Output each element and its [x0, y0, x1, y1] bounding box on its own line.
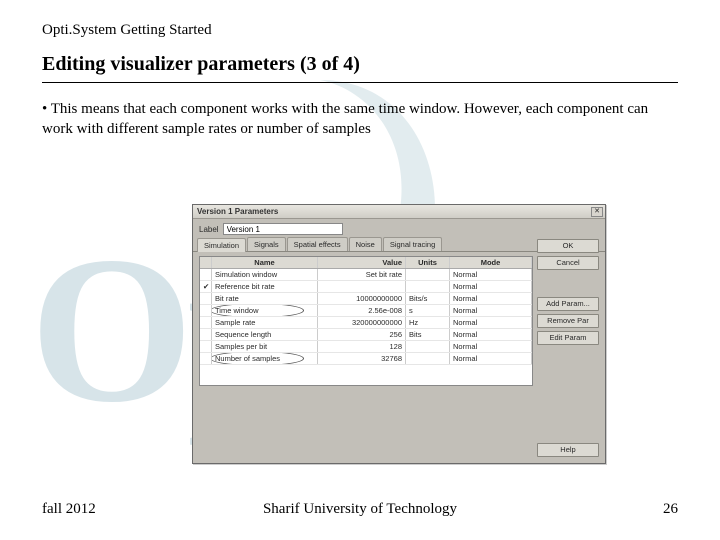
- col-value: Value: [318, 257, 406, 268]
- row-value[interactable]: 320000000000: [318, 317, 406, 328]
- ok-button[interactable]: OK: [537, 239, 599, 253]
- footer-center: Sharif University of Technology: [0, 501, 720, 518]
- row-mode[interactable]: Normal: [450, 329, 532, 340]
- edit-param-button[interactable]: Edit Param: [537, 331, 599, 345]
- row-name: Number of samples: [212, 353, 318, 364]
- row-mode[interactable]: Normal: [450, 269, 532, 280]
- col-name: Name: [212, 257, 318, 268]
- tab-noise[interactable]: Noise: [349, 237, 382, 251]
- row-name: Samples per bit: [212, 341, 318, 352]
- tab-signal-tracing[interactable]: Signal tracing: [383, 237, 442, 251]
- close-button[interactable]: ✕: [591, 207, 603, 217]
- row-mark: [200, 269, 212, 280]
- row-mode[interactable]: Normal: [450, 341, 532, 352]
- row-value[interactable]: Set bit rate: [318, 269, 406, 280]
- table-row[interactable]: Simulation windowSet bit rate Normal: [200, 269, 532, 281]
- help-button[interactable]: Help: [537, 443, 599, 457]
- grid-header: Name Value Units Mode: [200, 257, 532, 269]
- row-value[interactable]: 2.56e-008: [318, 305, 406, 316]
- heading-rule: [42, 82, 678, 83]
- row-value[interactable]: 256: [318, 329, 406, 340]
- cancel-button[interactable]: Cancel: [537, 256, 599, 270]
- table-row[interactable]: Bit rate10000000000Bits/sNormal: [200, 293, 532, 305]
- row-units: Bits: [406, 329, 450, 340]
- row-value[interactable]: 128: [318, 341, 406, 352]
- slide-content: Opti.System Getting Started Editing visu…: [0, 0, 720, 140]
- tab-spatial-effects[interactable]: Spatial effects: [287, 237, 348, 251]
- row-units: s: [406, 305, 450, 316]
- row-mode[interactable]: Normal: [450, 281, 532, 292]
- body-paragraph: • This means that each component works w…: [42, 99, 678, 140]
- row-units: [406, 281, 450, 292]
- dialog-button-column: OK Cancel Add Param... Remove Par Edit P…: [537, 239, 599, 345]
- parameters-dialog: Version 1 Parameters ✕ Label Simulation …: [192, 204, 606, 464]
- col-mark: [200, 257, 212, 268]
- row-name: Simulation window: [212, 269, 318, 280]
- table-row[interactable]: Number of samples32768 Normal: [200, 353, 532, 365]
- row-mode[interactable]: Normal: [450, 305, 532, 316]
- label-row: Label: [193, 219, 605, 237]
- row-name: Reference bit rate: [212, 281, 318, 292]
- tab-simulation[interactable]: Simulation: [197, 238, 246, 252]
- footer-page-number: 26: [663, 501, 678, 518]
- parameter-grid: Name Value Units Mode Simulation windowS…: [199, 256, 533, 386]
- row-mode[interactable]: Normal: [450, 317, 532, 328]
- row-units: [406, 269, 450, 280]
- row-mark: [200, 353, 212, 364]
- col-units: Units: [406, 257, 450, 268]
- table-row[interactable]: ✔Reference bit rate Normal: [200, 281, 532, 293]
- row-name: Bit rate: [212, 293, 318, 304]
- add-param-button[interactable]: Add Param...: [537, 297, 599, 311]
- row-name: Time window: [212, 305, 318, 316]
- table-row[interactable]: Samples per bit128 Normal: [200, 341, 532, 353]
- row-units: Hz: [406, 317, 450, 328]
- row-mark: [200, 317, 212, 328]
- row-mark: [200, 341, 212, 352]
- row-value[interactable]: 32768: [318, 353, 406, 364]
- row-mark: [200, 305, 212, 316]
- table-row[interactable]: Sequence length256BitsNormal: [200, 329, 532, 341]
- row-units: [406, 353, 450, 364]
- row-mode[interactable]: Normal: [450, 293, 532, 304]
- row-mark: ✔: [200, 281, 212, 292]
- table-row[interactable]: Time window2.56e-008sNormal: [200, 305, 532, 317]
- label-input[interactable]: [223, 223, 343, 235]
- page-heading: Editing visualizer parameters (3 of 4): [42, 53, 678, 76]
- tab-signals[interactable]: Signals: [247, 237, 286, 251]
- remove-param-button[interactable]: Remove Par: [537, 314, 599, 328]
- dialog-title: Version 1 Parameters: [197, 207, 278, 216]
- row-name: Sample rate: [212, 317, 318, 328]
- row-value[interactable]: 10000000000: [318, 293, 406, 304]
- dialog-titlebar[interactable]: Version 1 Parameters ✕: [193, 205, 605, 219]
- row-units: [406, 341, 450, 352]
- label-caption: Label: [199, 225, 219, 234]
- table-row[interactable]: Sample rate320000000000HzNormal: [200, 317, 532, 329]
- row-name: Sequence length: [212, 329, 318, 340]
- col-mode: Mode: [450, 257, 532, 268]
- row-units: Bits/s: [406, 293, 450, 304]
- document-title: Opti.System Getting Started: [42, 22, 678, 39]
- row-mark: [200, 293, 212, 304]
- row-value[interactable]: [318, 281, 406, 292]
- row-mode[interactable]: Normal: [450, 353, 532, 364]
- row-mark: [200, 329, 212, 340]
